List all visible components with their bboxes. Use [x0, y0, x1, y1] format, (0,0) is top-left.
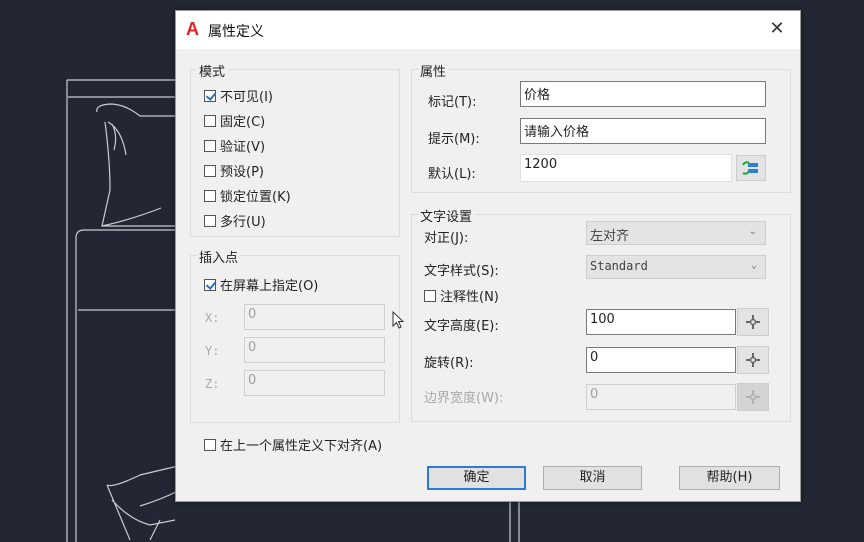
chevron-down-icon: ⌄ — [748, 226, 757, 237]
mode-option-label: 多行(U) — [220, 215, 266, 230]
checkbox-box[interactable] — [204, 114, 216, 127]
mode-option-checkbox[interactable]: 多行(U) — [204, 211, 266, 230]
specify-on-screen-label: 在屏幕上指定(O) — [220, 279, 319, 294]
text-style-select[interactable]: Standard ⌄ — [586, 255, 766, 279]
help-button[interactable]: 帮助(H) — [679, 466, 780, 490]
z-label: Z: — [205, 377, 220, 391]
checkbox-box[interactable] — [204, 438, 216, 451]
insert-field-icon — [742, 161, 758, 175]
text-height-label: 文字高度(E): — [424, 319, 499, 334]
pick-rotation-button[interactable] — [737, 346, 769, 374]
pick-boundary-width-button[interactable] — [737, 383, 769, 411]
pick-text-height-button[interactable] — [737, 308, 769, 336]
justification-value: 左对齐 — [590, 229, 630, 244]
mode-group-label: 模式 — [197, 61, 228, 80]
pick-point-icon — [746, 315, 760, 329]
checkbox-box[interactable] — [204, 278, 216, 291]
pick-point-icon — [746, 353, 760, 367]
mode-option-checkbox[interactable]: 验证(V) — [204, 136, 265, 155]
pick-point-icon — [746, 390, 760, 404]
rotation-input[interactable]: 0 — [586, 347, 736, 373]
default-input[interactable]: 1200 — [520, 154, 732, 182]
mode-option-label: 验证(V) — [220, 140, 266, 155]
dialog-title: 属性定义 — [208, 24, 264, 40]
insertion-point-group-label: 插入点 — [197, 247, 241, 266]
title-bar[interactable]: A 属性定义 ✕ — [176, 11, 800, 49]
boundary-width-label: 边界宽度(W): — [424, 391, 504, 406]
align-below-previous-checkbox[interactable]: 在上一个属性定义下对齐(A) — [204, 435, 382, 454]
cad-pillow-top — [96, 103, 180, 227]
align-below-previous-label: 在上一个属性定义下对齐(A) — [220, 439, 383, 454]
specify-on-screen-checkbox[interactable]: 在屏幕上指定(O) — [204, 275, 318, 294]
prompt-input[interactable]: 请输入价格 — [520, 118, 766, 144]
autocad-logo-icon: A — [186, 19, 199, 39]
mode-option-checkbox[interactable]: 固定(C) — [204, 111, 265, 130]
rotation-label: 旋转(R): — [424, 356, 474, 371]
mouse-cursor-icon — [392, 311, 405, 329]
mode-option-checkbox[interactable]: 不可见(I) — [204, 86, 273, 105]
mode-option-label: 不可见(I) — [220, 90, 273, 105]
text-style-value: Standard — [590, 259, 648, 273]
mode-option-label: 固定(C) — [220, 115, 266, 130]
annotative-checkbox[interactable]: 注释性(N) — [424, 286, 499, 305]
mode-option-label: 预设(P) — [220, 165, 264, 180]
checkbox-box[interactable] — [204, 214, 216, 227]
y-input[interactable]: 0 — [244, 337, 385, 363]
text-height-input[interactable]: 100 — [586, 309, 736, 335]
checkbox-box[interactable] — [204, 164, 216, 177]
y-label: Y: — [205, 344, 220, 358]
x-input[interactable]: 0 — [244, 304, 385, 330]
checkbox-box[interactable] — [204, 189, 216, 202]
mode-option-label: 锁定位置(K) — [220, 190, 291, 205]
insert-field-button[interactable] — [736, 155, 766, 181]
attribute-group-label: 属性 — [418, 61, 449, 80]
default-label: 默认(L): — [428, 167, 476, 182]
cad-pillow-bottom — [106, 465, 181, 541]
tag-input[interactable]: 价格 — [520, 81, 766, 107]
boundary-width-input[interactable]: 0 — [586, 384, 736, 410]
checkbox-box[interactable] — [204, 89, 216, 102]
cad-sofa-seat — [75, 229, 180, 542]
checkbox-box[interactable] — [424, 289, 436, 302]
z-input[interactable]: 0 — [244, 370, 385, 396]
tag-label: 标记(T): — [428, 95, 477, 110]
mode-option-checkbox[interactable]: 预设(P) — [204, 161, 264, 180]
text-settings-group-label: 文字设置 — [418, 206, 475, 225]
ok-button[interactable]: 确定 — [427, 466, 526, 490]
annotative-label: 注释性(N) — [440, 290, 499, 305]
justification-select[interactable]: 左对齐 ⌄ — [586, 221, 766, 245]
text-style-label: 文字样式(S): — [424, 264, 499, 279]
cancel-button[interactable]: 取消 — [543, 466, 642, 490]
justification-label: 对正(J): — [424, 231, 469, 246]
close-button[interactable]: ✕ — [754, 11, 800, 49]
x-label: X: — [205, 311, 220, 325]
attribute-definition-dialog: A 属性定义 ✕ 模式 插入点 在屏幕上指定(O) X: 0 Y: 0 Z: 0… — [175, 10, 801, 502]
mode-option-checkbox[interactable]: 锁定位置(K) — [204, 186, 291, 205]
checkbox-box[interactable] — [204, 139, 216, 152]
prompt-label: 提示(M): — [428, 132, 480, 147]
chevron-down-icon: ⌄ — [750, 260, 757, 271]
